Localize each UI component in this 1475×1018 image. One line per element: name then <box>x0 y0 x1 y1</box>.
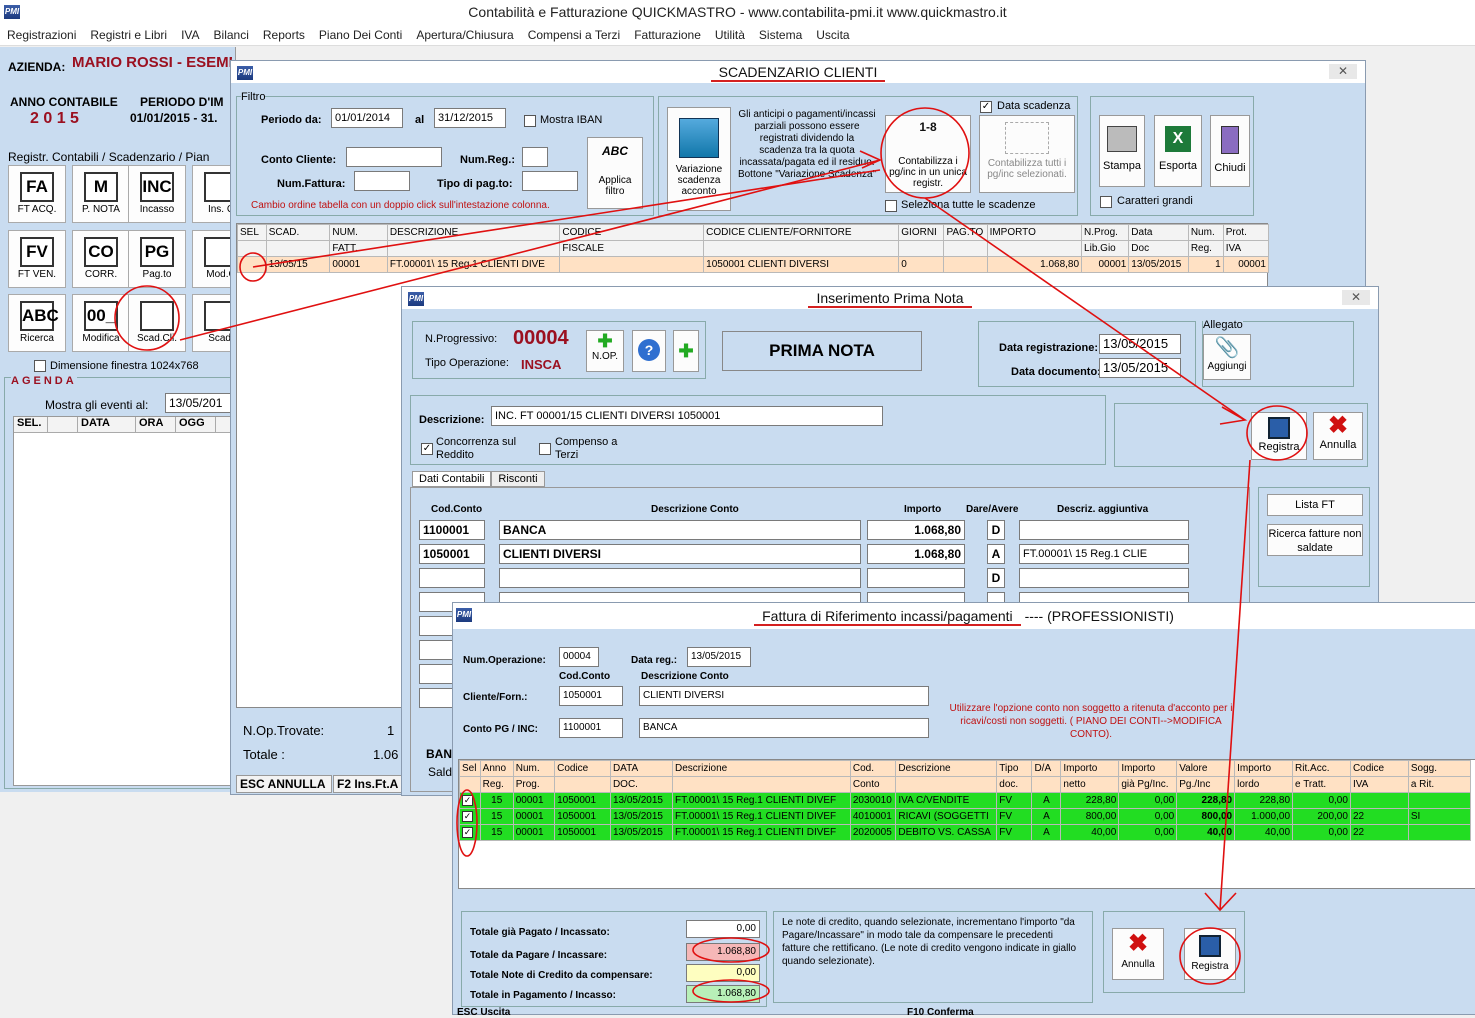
annotation-oval <box>692 979 770 1003</box>
annotation-oval <box>1246 405 1308 461</box>
annotation-oval <box>880 107 970 199</box>
annotation-oval <box>692 937 770 963</box>
annotation-oval <box>456 789 478 857</box>
annotation-oval <box>114 285 180 351</box>
annotations-overlay <box>114 107 1308 1003</box>
annotation-oval <box>1179 927 1241 985</box>
